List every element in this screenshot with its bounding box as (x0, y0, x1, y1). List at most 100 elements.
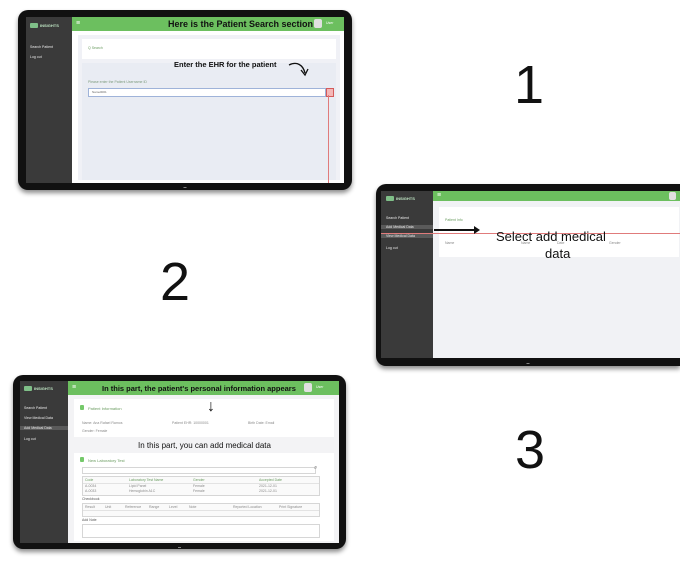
app-name: INSIGHTS (40, 23, 59, 28)
col-unit: Unit (105, 505, 112, 509)
nav-search-patient[interactable]: Search Patient (30, 45, 53, 49)
highlight-line (328, 95, 329, 183)
patient-info-tab[interactable]: Patient Info (445, 218, 463, 222)
col-range: Range (149, 505, 160, 509)
section-icon (80, 457, 84, 462)
info-ehr: Patient EHR: 10000001 (172, 421, 209, 425)
nav-log-out[interactable]: Log out (30, 55, 42, 59)
screen-step-3: INSIGHTS Search Patient View Medical Dat… (20, 381, 339, 543)
sidebar: INSIGHTS Search Patient View Medical Dat… (20, 381, 68, 543)
app-logo: INSIGHTS (386, 196, 415, 201)
section-patient-info: Patient Information (88, 406, 122, 411)
col-gender: Gender (193, 478, 205, 482)
field-label: Please enter the Patient Username ID (88, 80, 147, 84)
top-bar: ≡ (433, 191, 680, 201)
cell[interactable]: A-0033 (85, 489, 96, 493)
app-name: INSIGHTS (396, 196, 415, 201)
user-name: User (326, 21, 334, 25)
info-gender: Gender: Female (82, 429, 108, 433)
col-location: Reported Location (233, 505, 262, 509)
step-number-3: 3 (515, 420, 546, 480)
top-bar: ≡ In this part, the patient's personal i… (68, 381, 339, 395)
annotation-line-1: Select add medical (496, 229, 606, 244)
logo-icon (386, 196, 394, 201)
nav-search-patient[interactable]: Search Patient (386, 216, 409, 220)
nav-search-patient[interactable]: Search Patient (24, 406, 47, 410)
row-divider (83, 510, 319, 511)
page-title: In this part, the patient's personal inf… (102, 384, 296, 393)
lab-search-input[interactable] (82, 467, 316, 474)
sub-section-label: Checkbook (82, 497, 100, 501)
info-name: Name: Ana Rafael Ramos (82, 421, 123, 425)
annotation-add-medical-data: In this part, you can add medical data (138, 441, 271, 450)
result-table: Result Unit Reference Range Level Note R… (82, 503, 320, 517)
logo-icon (30, 23, 38, 28)
user-name: User (316, 385, 324, 389)
tablet-step-1: INSIGHTS Search Patient Log out ≡ Here i… (18, 10, 352, 190)
menu-icon[interactable]: ≡ (76, 20, 80, 27)
add-note-label: Add Note (82, 518, 97, 522)
sidebar: INSIGHTS Search Patient Log out (26, 17, 72, 183)
patient-info-card (74, 399, 334, 437)
annotation-arrow-1: ↓ (207, 398, 215, 415)
col-code: Code (85, 478, 94, 482)
section-new-lab-test: New Laboratory Test (88, 458, 125, 463)
col-result: Result (85, 505, 95, 509)
cell[interactable]: Lipid Panel (129, 484, 146, 488)
tablet-step-3: INSIGHTS Search Patient View Medical Dat… (13, 375, 346, 549)
nav-view-medical-data[interactable]: View Medical Data (381, 234, 433, 238)
arrow-head (474, 226, 480, 234)
nav-add-medical-data[interactable]: Add Medical Data (381, 225, 433, 229)
cell[interactable]: Female (193, 484, 205, 488)
screen-step-2: INSIGHTS Search Patient Add Medical Data… (381, 191, 680, 358)
user-avatar[interactable] (314, 19, 322, 28)
user-avatar[interactable] (669, 192, 676, 200)
cell[interactable]: 2021-12-01 (259, 484, 277, 488)
annotation-arrow (288, 62, 309, 77)
nav-view-medical-data[interactable]: View Medical Data (24, 416, 53, 420)
step-number-1: 1 (514, 55, 545, 115)
annotation-arrow (434, 229, 476, 231)
app-logo: INSIGHTS (24, 386, 53, 391)
row-cell-4: Gender (609, 241, 621, 245)
lab-table: Code Laboratory Test Name Gender Accepte… (82, 476, 320, 496)
step-number-2: 2 (160, 252, 191, 312)
annotation-enter-ehr: Enter the EHR for the patient (174, 60, 277, 69)
tablet-brand: ▬ (178, 545, 181, 549)
ehr-input[interactable]: Name0001 (88, 88, 326, 97)
menu-icon[interactable]: ≡ (437, 192, 441, 199)
tablet-brand: ▬ (183, 185, 187, 189)
cell[interactable]: A-0034 (85, 484, 96, 488)
search-icon[interactable]: ⌕ (314, 465, 317, 471)
row-cell-1: Name (445, 241, 455, 245)
user-avatar[interactable] (304, 383, 312, 392)
app-logo: INSIGHTS (30, 23, 59, 28)
col-level: Level (169, 505, 178, 509)
ehr-input-value: Name0001 (92, 90, 107, 94)
screen-step-1: INSIGHTS Search Patient Log out ≡ Here i… (26, 17, 344, 183)
tablet-step-2: INSIGHTS Search Patient Add Medical Data… (376, 184, 680, 366)
section-icon (80, 405, 84, 410)
tablet-brand: ▬ (526, 361, 530, 365)
search-tab-card (82, 39, 336, 59)
sidebar: INSIGHTS Search Patient Add Medical Data… (381, 191, 433, 358)
menu-icon[interactable]: ≡ (72, 384, 76, 391)
info-birth: Birth Date: Email (248, 421, 275, 425)
top-bar: ≡ Here is the Patient Search section Use… (72, 17, 344, 31)
cell[interactable]: Hemoglobin A1C (129, 489, 155, 493)
annotation-line-2: data (545, 246, 571, 261)
nav-add-medical-data[interactable]: Add Medical Data (20, 426, 68, 430)
logo-icon (24, 386, 32, 391)
note-input[interactable] (82, 524, 320, 538)
col-reference: Reference (125, 505, 142, 509)
nav-log-out[interactable]: Log out (24, 437, 36, 441)
page-title: Here is the Patient Search section (168, 19, 314, 29)
col-note: Note (189, 505, 197, 509)
col-test-name: Laboratory Test Name (129, 478, 164, 482)
search-tab[interactable]: Q Search (88, 46, 103, 50)
cell[interactable]: 2021-12-01 (259, 489, 277, 493)
nav-log-out[interactable]: Log out (386, 246, 398, 250)
cell[interactable]: Female (193, 489, 205, 493)
col-date: Accepted Date (259, 478, 282, 482)
app-name: INSIGHTS (34, 386, 53, 391)
